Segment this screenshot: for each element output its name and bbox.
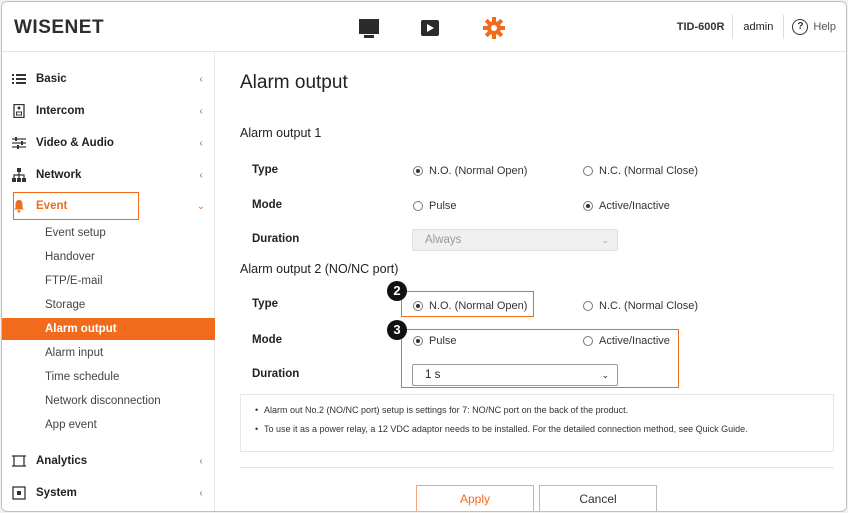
radio-label: N.O. (Normal Open) [429, 165, 528, 177]
logo: WISENET [14, 17, 105, 38]
output1-duration-select: Always ⌄ [412, 229, 618, 251]
sidebar-item-analytics[interactable]: Analytics ‹ [2, 447, 215, 475]
radio-dot [583, 201, 593, 211]
sub-item-time-schedule[interactable]: Time schedule [2, 366, 215, 388]
radio-label: Active/Inactive [599, 200, 670, 212]
radio-label: Pulse [429, 200, 457, 212]
chevron-down-icon: ⌄ [196, 200, 206, 212]
sub-item-alarm-input[interactable]: Alarm input [2, 342, 215, 364]
radio-dot [583, 166, 593, 176]
radio-label: N.C. (Normal Close) [599, 165, 699, 177]
apply-button[interactable]: Apply [416, 485, 534, 511]
chevron-left-icon: ‹ [199, 137, 203, 149]
radio-dot [583, 336, 593, 346]
sidebar-item-basic[interactable]: Basic ‹ [2, 65, 215, 93]
chevron-left-icon: ‹ [199, 169, 203, 181]
sidebar-item-label: Video & Audio [36, 137, 114, 149]
chevron-left-icon: ‹ [199, 105, 203, 117]
user-name[interactable]: admin [732, 15, 785, 39]
radio-dot [583, 301, 593, 311]
page-title: Alarm output [240, 72, 348, 93]
sub-item-event-setup[interactable]: Event setup [2, 222, 215, 244]
select-value: Always [425, 234, 462, 246]
sub-item-handover[interactable]: Handover [2, 246, 215, 268]
note-item: Alarm out No.2 (NO/NC port) setup is set… [255, 405, 819, 415]
list-icon [12, 74, 26, 84]
callout-badge-2: 2 [387, 281, 407, 301]
output1-mode-label: Mode [252, 199, 283, 211]
sub-item-network-disconnection[interactable]: Network disconnection [2, 390, 215, 412]
output2-type-no-radio[interactable]: N.O. (Normal Open) [413, 300, 527, 312]
help-label: Help [813, 21, 836, 33]
model-name: TID-600R [676, 21, 725, 33]
intercom-icon [13, 104, 25, 118]
note-item: To use it as a power relay, a 12 VDC ada… [255, 424, 819, 434]
select-value: 1 s [425, 369, 441, 381]
sub-item-app-event[interactable]: App event [2, 414, 215, 436]
chevron-left-icon: ‹ [199, 487, 203, 499]
top-bar: WISENET TID-600R admin ? Help [2, 2, 846, 52]
radio-dot [413, 166, 423, 176]
sidebar-item-label: System [36, 487, 77, 499]
output2-type-nc-radio[interactable]: N.C. (Normal Close) [583, 300, 698, 312]
radio-label: Pulse [429, 335, 457, 347]
notes-box: Alarm out No.2 (NO/NC port) setup is set… [240, 394, 834, 452]
radio-label: Active/Inactive [599, 335, 670, 347]
sidebar-item-event[interactable]: Event ⌄ [2, 192, 215, 220]
main-content: Alarm output Alarm output 1 Type N.O. (N… [216, 52, 846, 511]
divider [240, 467, 834, 468]
output2-duration-label: Duration [252, 368, 300, 380]
output1-type-label: Type [252, 164, 278, 176]
output1-type-nc-radio[interactable]: N.C. (Normal Close) [583, 165, 698, 177]
system-icon [12, 486, 26, 500]
radio-dot [413, 201, 423, 211]
output1-mode-active-radio[interactable]: Active/Inactive [583, 200, 670, 212]
radio-label: N.C. (Normal Close) [599, 300, 699, 312]
radio-label: N.O. (Normal Open) [429, 300, 528, 312]
output2-mode-active-radio[interactable]: Active/Inactive [583, 335, 670, 347]
sidebar-item-system[interactable]: System ‹ [2, 479, 215, 507]
monitor-icon[interactable] [356, 15, 382, 41]
sidebar-item-label: Network [36, 169, 82, 181]
output2-duration-select[interactable]: 1 s ⌄ [412, 364, 618, 386]
sidebar: Basic ‹ Intercom ‹ Video & Audio ‹ Netwo… [2, 52, 215, 511]
callout-badge-3: 3 [387, 320, 407, 340]
output2-mode-pulse-radio[interactable]: Pulse [413, 335, 457, 347]
radio-dot [413, 301, 423, 311]
sidebar-item-label: Event [36, 200, 68, 212]
frame-icon [12, 455, 26, 467]
section-title-output1: Alarm output 1 [240, 126, 322, 140]
play-icon[interactable] [417, 15, 443, 41]
sidebar-item-label: Intercom [36, 105, 85, 117]
chevron-down-icon: ⌄ [601, 235, 609, 245]
header-right: TID-600R admin ? Help [677, 15, 836, 39]
sub-item-storage[interactable]: Storage [2, 294, 215, 316]
sidebar-item-video-audio[interactable]: Video & Audio ‹ [2, 129, 215, 157]
gear-icon[interactable] [481, 15, 507, 41]
sub-item-alarm-output[interactable]: Alarm output [2, 318, 215, 340]
sub-item-ftp-email[interactable]: FTP/E-mail [2, 270, 215, 292]
app-window: WISENET TID-600R admin ? Help Basic ‹ In… [1, 1, 847, 512]
chevron-left-icon: ‹ [199, 73, 203, 85]
help-icon: ? [792, 19, 809, 35]
sidebar-item-intercom[interactable]: Intercom ‹ [2, 97, 215, 125]
section-title-output2: Alarm output 2 (NO/NC port) [240, 262, 399, 276]
sidebar-item-label: Analytics [36, 455, 88, 467]
chevron-left-icon: ‹ [199, 455, 203, 467]
network-icon [12, 168, 26, 182]
output1-type-no-radio[interactable]: N.O. (Normal Open) [413, 165, 527, 177]
cancel-button[interactable]: Cancel [539, 485, 657, 511]
output1-duration-label: Duration [252, 233, 300, 245]
output2-type-label: Type [252, 298, 278, 310]
output2-mode-label: Mode [252, 334, 283, 346]
radio-dot [413, 336, 423, 346]
sliders-icon [12, 137, 26, 149]
bell-icon [14, 200, 24, 213]
output1-mode-pulse-radio[interactable]: Pulse [413, 200, 457, 212]
sidebar-item-label: Basic [36, 73, 67, 85]
help-button[interactable]: ? Help [784, 19, 836, 35]
sidebar-item-network[interactable]: Network ‹ [2, 161, 215, 189]
chevron-down-icon: ⌄ [601, 370, 609, 380]
